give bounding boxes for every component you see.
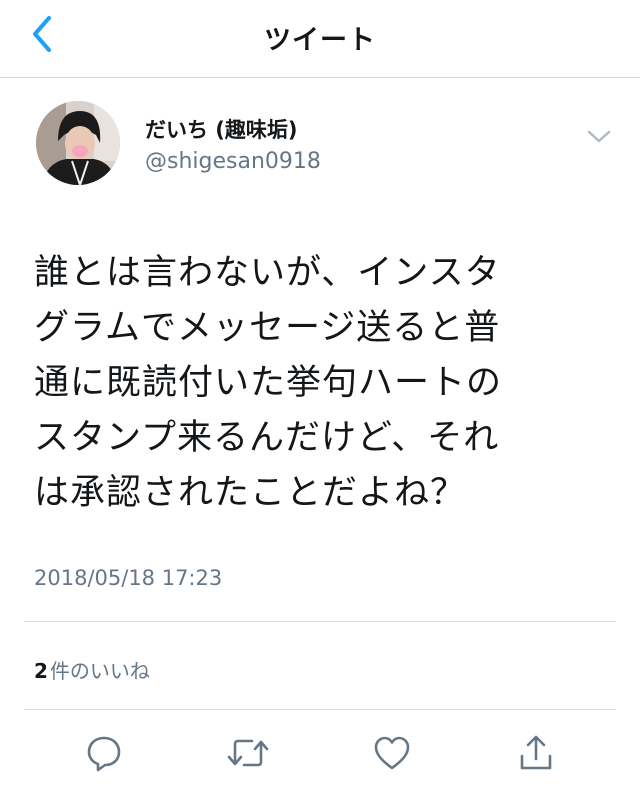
share-button[interactable]: [513, 730, 559, 776]
tweet-text-line: グラムでメッセージ送ると普: [34, 308, 501, 348]
tweet-text: 誰とは言わないが、インスタ グラムでメッセージ送ると普 通に既読付いた挙句ハート…: [34, 246, 594, 521]
reply-icon: [87, 736, 121, 772]
chevron-down-icon: [587, 130, 611, 143]
author-display-name[interactable]: だいち (趣味垢): [145, 114, 298, 144]
retweet-button[interactable]: [225, 730, 271, 776]
avatar[interactable]: [36, 101, 120, 185]
like-button[interactable]: [369, 730, 415, 776]
share-icon: [520, 735, 552, 770]
heart-icon: [374, 736, 410, 770]
page-title: ツイート: [264, 25, 376, 56]
likes-count: 2: [34, 659, 48, 683]
tweet-menu-button[interactable]: [584, 124, 614, 150]
tweet-text-line: スタンプ来るんだけど、それ: [34, 418, 500, 458]
profile-photo: [36, 101, 120, 185]
divider: [24, 709, 616, 710]
likes-summary[interactable]: 2 件のいいね: [34, 655, 150, 684]
tweet-text-line: 誰とは言わないが、インスタ: [34, 253, 501, 293]
divider: [24, 621, 616, 622]
likes-label: 件のいいね: [49, 659, 150, 683]
retweet-icon: [227, 739, 269, 767]
tweet-text-line: 通に既読付いた挙句ハートの: [34, 363, 503, 403]
navigation-bar: ツイート: [0, 0, 640, 78]
reply-button[interactable]: [81, 730, 127, 776]
tweet-text-line: は承認されたことだよね？: [34, 473, 467, 513]
tweet-timestamp: 2018/05/18 17:23: [34, 566, 223, 590]
author-handle[interactable]: @shigesan0918: [145, 149, 321, 174]
